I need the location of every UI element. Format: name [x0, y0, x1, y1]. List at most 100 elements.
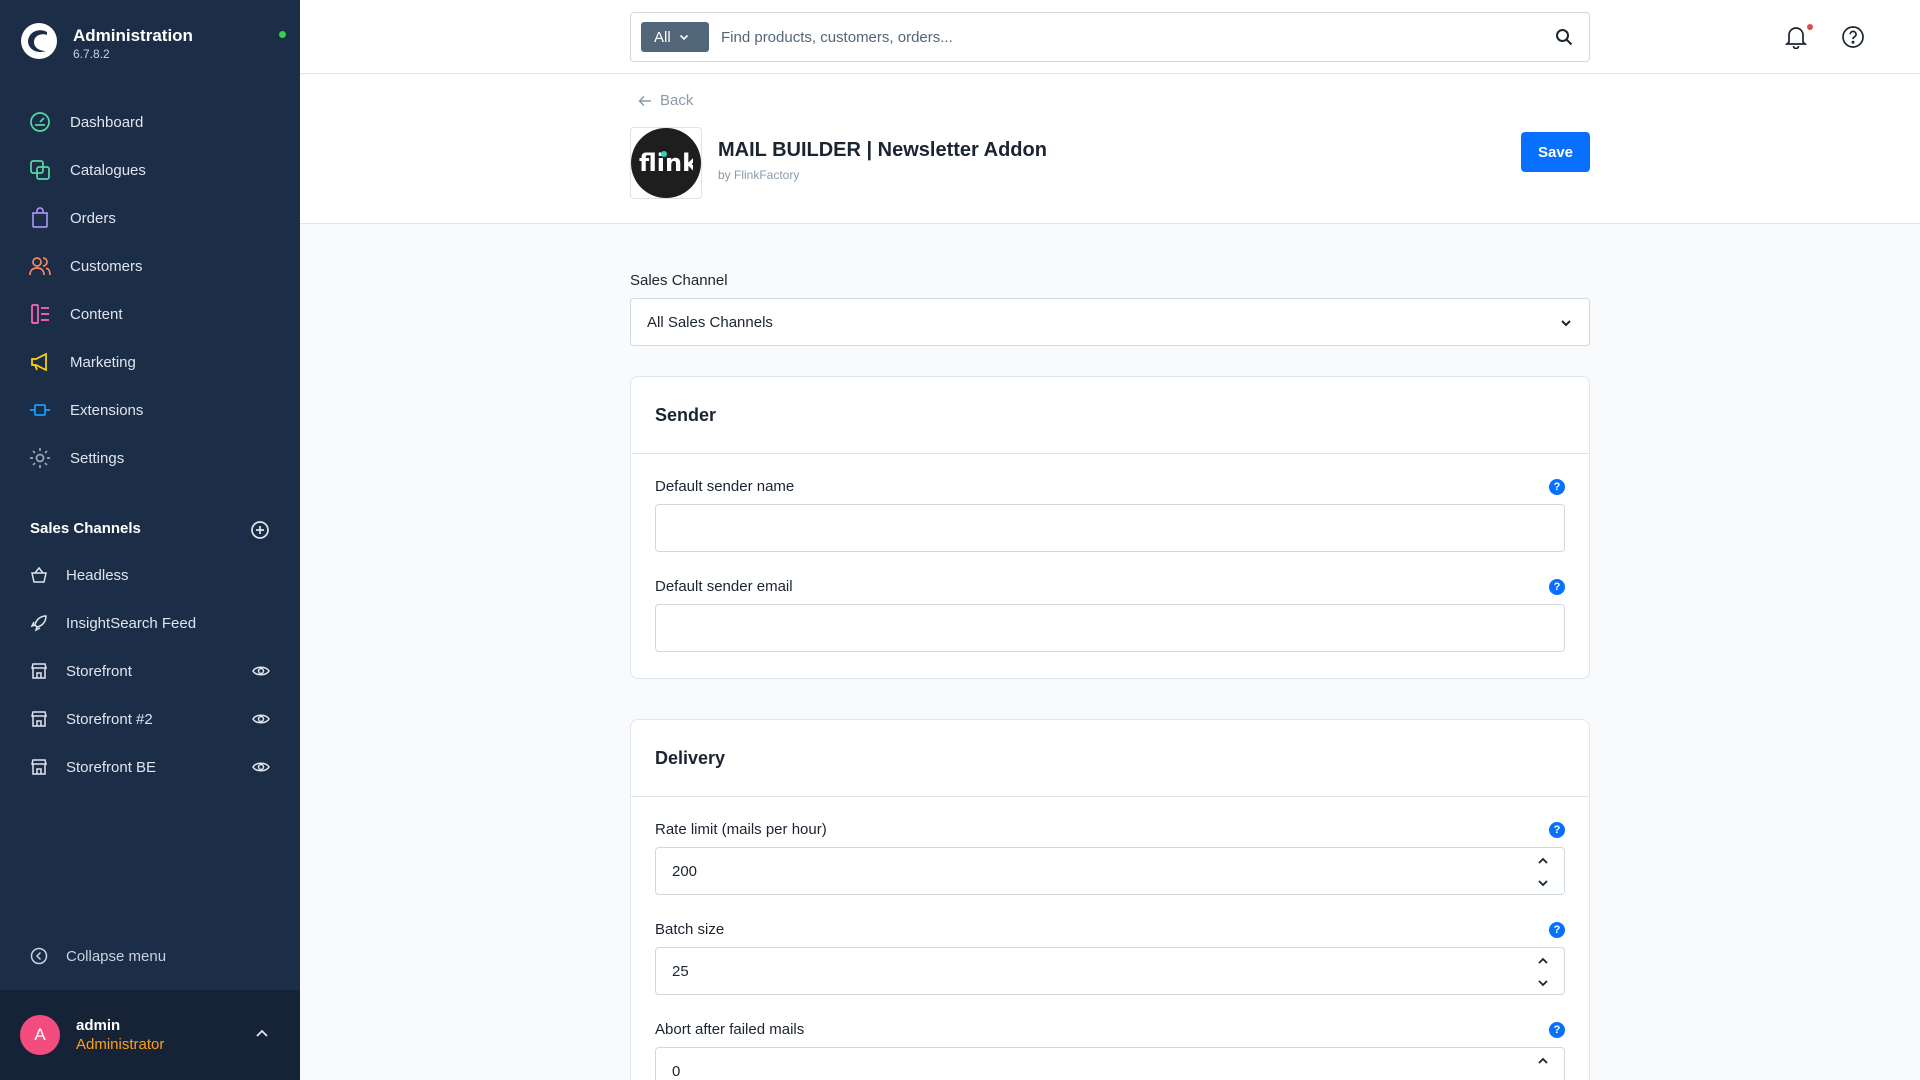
search-icon[interactable] — [1555, 28, 1573, 46]
arrow-left-icon — [638, 95, 651, 106]
nav-label-orders: Orders — [70, 209, 116, 227]
sales-channel-item-headless[interactable]: Headless — [0, 551, 300, 599]
status-indicator — [279, 31, 286, 38]
chevron-down-icon — [1561, 320, 1571, 327]
nav-label-extensions: Extensions — [70, 401, 144, 419]
nav-item-settings[interactable]: Settings — [0, 434, 300, 482]
nav-item-customers[interactable]: Customers — [0, 242, 300, 290]
search-type-select[interactable]: All — [641, 22, 709, 52]
nav-label-dashboard: Dashboard — [70, 113, 144, 131]
marketing-icon — [29, 351, 51, 373]
nav-item-dashboard[interactable]: Dashboard — [0, 98, 300, 146]
nav-label-settings: Settings — [70, 449, 125, 467]
chevron-up-icon[interactable] — [1536, 854, 1550, 868]
help-tooltip-icon[interactable]: ? — [1549, 579, 1565, 595]
add-sales-channel-icon[interactable] — [250, 520, 270, 540]
main-nav: Dashboard Catalogues Orders Customers Co… — [0, 98, 300, 482]
sales-channel-item-storefront-2[interactable]: Storefront #2 — [0, 695, 300, 743]
nav-item-orders[interactable]: Orders — [0, 194, 300, 242]
back-link[interactable]: Back — [638, 92, 693, 109]
page-header: Back flink MAIL BUILDER | Newsletter Add… — [300, 75, 1920, 224]
sender-card-body: Default sender name ? Default sender ema… — [631, 454, 1589, 652]
nav-item-content[interactable]: Content — [0, 290, 300, 338]
notifications-bell-icon[interactable] — [1785, 25, 1807, 49]
sender-card-title: Sender — [631, 377, 1589, 454]
help-tooltip-icon[interactable]: ? — [1549, 822, 1565, 838]
brand-title: Administration — [73, 26, 193, 45]
rate-limit-input[interactable]: 200 — [655, 847, 1565, 895]
collapse-menu-button[interactable]: Collapse menu — [30, 947, 166, 965]
chevron-left-circle-icon — [30, 947, 48, 965]
abort-failed-input[interactable]: 0 — [655, 1047, 1565, 1080]
sales-channel-label: Headless — [66, 566, 129, 584]
sales-channel-item-storefront-be[interactable]: Storefront BE — [0, 743, 300, 791]
global-search: All — [630, 12, 1590, 62]
eye-icon[interactable] — [252, 710, 270, 728]
help-tooltip-icon[interactable]: ? — [1549, 1022, 1565, 1038]
user-name: admin — [76, 1017, 121, 1034]
sales-channels-header: Sales Channels — [30, 520, 270, 540]
orders-icon — [29, 207, 51, 229]
batch-size-input[interactable]: 25 — [655, 947, 1565, 995]
chevron-down-icon[interactable] — [1536, 1076, 1550, 1080]
help-tooltip-icon[interactable]: ? — [1549, 922, 1565, 938]
extensions-icon — [29, 399, 51, 421]
storefront-icon — [29, 661, 49, 681]
nav-item-catalogues[interactable]: Catalogues — [0, 146, 300, 194]
save-button[interactable]: Save — [1521, 132, 1590, 172]
chevron-up-icon[interactable] — [1536, 954, 1550, 968]
brand[interactable]: Administration 6.7.8.2 — [20, 22, 286, 64]
sales-channel-label: InsightSearch Feed — [66, 614, 197, 632]
rocket-icon — [29, 613, 49, 633]
sender-name-label: Default sender name — [655, 478, 795, 495]
rate-limit-value: 200 — [672, 862, 698, 880]
extension-author: by FlinkFactory — [718, 168, 800, 182]
batch-size-value: 25 — [672, 962, 689, 980]
batch-size-row: Batch size ? 25 — [655, 921, 1565, 995]
sales-channel-selected: All Sales Channels — [647, 313, 773, 331]
chevron-down-icon[interactable] — [1536, 976, 1550, 990]
delivery-card-body: Rate limit (mails per hour) ? 200 Batch … — [631, 797, 1589, 1080]
collapse-menu-label: Collapse menu — [66, 947, 167, 965]
sales-channel-item-storefront[interactable]: Storefront — [0, 647, 300, 695]
chevron-up-icon[interactable] — [1536, 1054, 1550, 1068]
settings-icon — [29, 447, 51, 469]
flink-logo: flink — [631, 128, 701, 198]
sender-card: Sender Default sender name ? Default sen… — [630, 376, 1590, 679]
eye-icon[interactable] — [252, 662, 270, 680]
sales-channels-title: Sales Channels — [30, 520, 141, 537]
sender-name-input[interactable] — [655, 504, 1565, 552]
sales-channel-list: Headless InsightSearch Feed Storefront S… — [0, 551, 300, 791]
batch-size-label: Batch size — [655, 921, 725, 938]
notification-badge — [1807, 24, 1813, 30]
chevron-down-icon[interactable] — [1536, 876, 1550, 890]
flink-logo-icon: flink — [639, 149, 693, 177]
page-title: MAIL BUILDER | Newsletter Addon — [718, 139, 1047, 161]
content-icon — [29, 303, 51, 325]
delivery-card-title: Delivery — [631, 720, 1589, 797]
sales-channel-select[interactable]: All Sales Channels — [630, 298, 1590, 346]
nav-item-marketing[interactable]: Marketing — [0, 338, 300, 386]
sales-channel-label: Sales Channel — [630, 272, 728, 289]
sender-email-row: Default sender email ? — [655, 578, 1565, 652]
abort-failed-row: Abort after failed mails ? 0 — [655, 1021, 1565, 1080]
user-menu[interactable]: A admin Administrator — [0, 990, 300, 1080]
storefront-icon — [29, 757, 49, 777]
nav-item-extensions[interactable]: Extensions — [0, 386, 300, 434]
eye-icon[interactable] — [252, 758, 270, 776]
sales-channel-label: Storefront — [66, 662, 132, 680]
number-stepper — [1536, 854, 1550, 890]
nav-label-marketing: Marketing — [70, 353, 136, 371]
chevron-up-icon[interactable] — [254, 1026, 270, 1042]
sender-email-label: Default sender email — [655, 578, 793, 595]
sender-email-input[interactable] — [655, 604, 1565, 652]
help-tooltip-icon[interactable]: ? — [1549, 479, 1565, 495]
rate-limit-row: Rate limit (mails per hour) ? 200 — [655, 821, 1565, 895]
dashboard-icon — [29, 111, 51, 133]
sidebar: Administration 6.7.8.2 Dashboard Catalog… — [0, 0, 300, 1080]
sales-channel-item-insightsearch[interactable]: InsightSearch Feed — [0, 599, 300, 647]
delivery-card: Delivery Rate limit (mails per hour) ? 2… — [630, 719, 1590, 1080]
search-input[interactable] — [721, 23, 1521, 51]
user-role: Administrator — [76, 1036, 165, 1053]
help-icon[interactable] — [1841, 25, 1865, 49]
